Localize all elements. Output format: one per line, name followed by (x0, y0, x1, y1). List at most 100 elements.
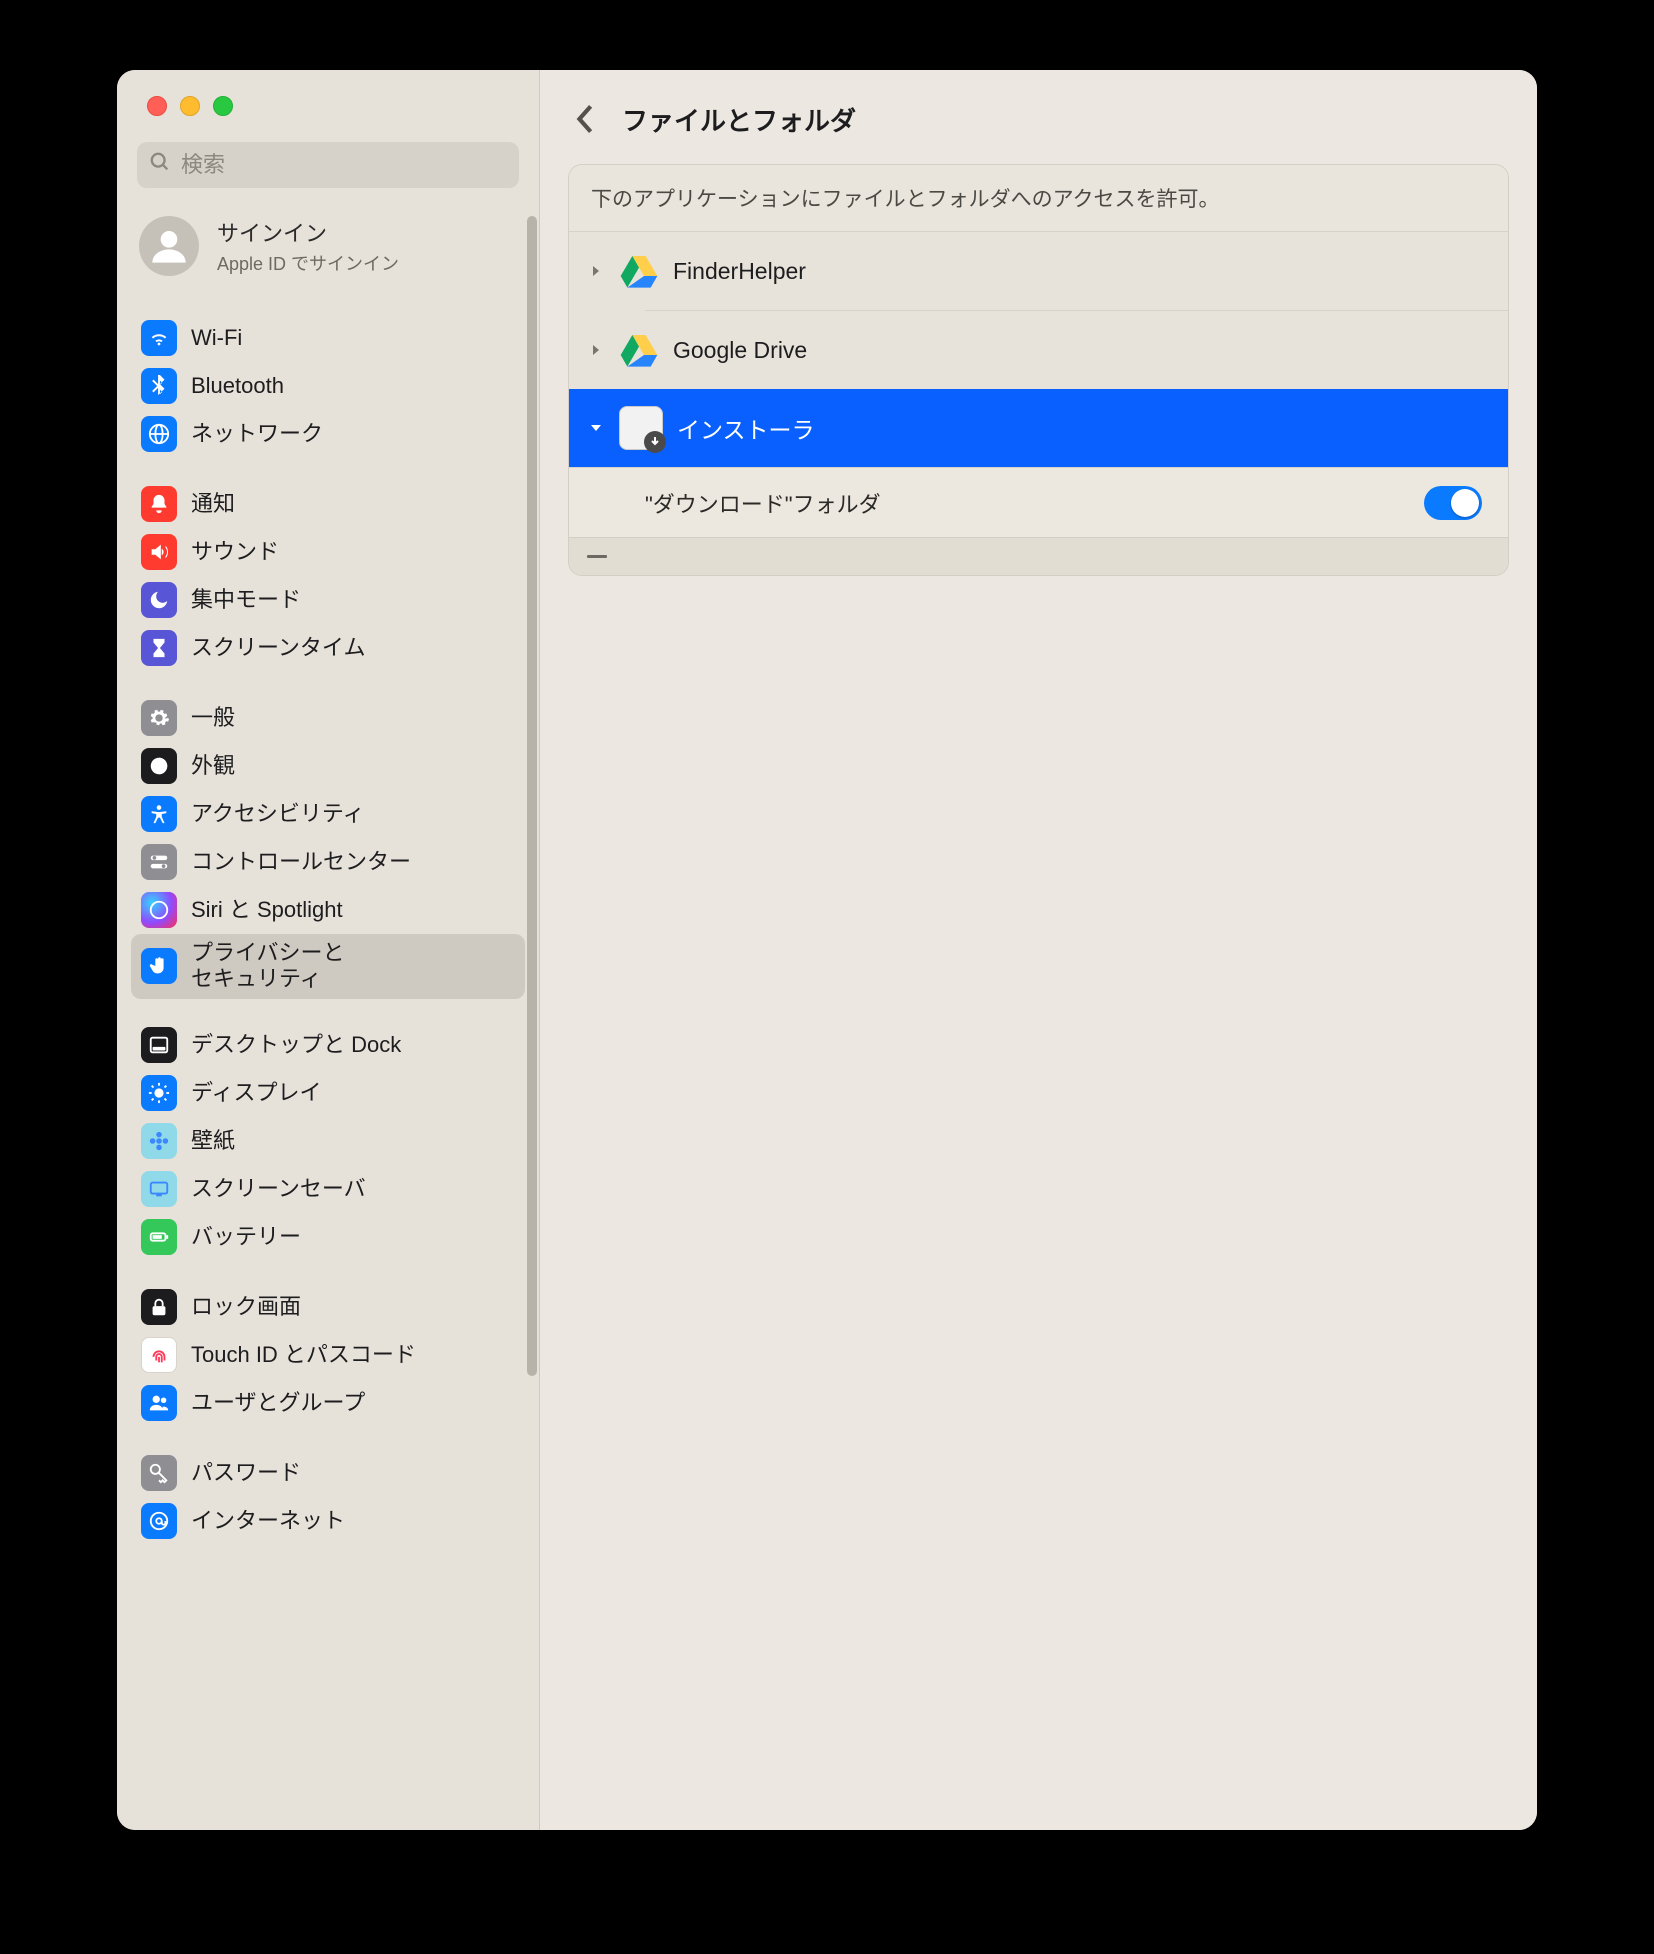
sidebar-item-label: スクリーンタイム (191, 635, 365, 661)
search-icon (149, 151, 171, 179)
sidebar-item-screensaver[interactable]: スクリーンセーバ (131, 1165, 525, 1213)
sidebar-item-label: Wi-Fi (191, 325, 242, 351)
sidebar-item-label: 外観 (191, 753, 235, 779)
sidebar-item-hourglass[interactable]: スクリーンタイム (131, 624, 525, 672)
sidebar-item-label: アクセシビリティ (191, 801, 365, 827)
permission-row: "ダウンロード"フォルダ (569, 467, 1508, 537)
sidebar-item-label: スクリーンセーバ (191, 1176, 366, 1202)
sidebar-item-gear[interactable]: 一般 (131, 694, 525, 742)
search-input[interactable] (181, 152, 507, 178)
app-name: インストーラ (677, 411, 815, 445)
bell-icon (141, 486, 177, 522)
accessibility-icon (141, 796, 177, 832)
minimize-window-button[interactable] (180, 96, 200, 116)
sidebar-item-label: Siri と Spotlight (191, 897, 343, 923)
gear-icon (141, 700, 177, 736)
app-name: Google Drive (673, 337, 807, 364)
sidebar-item-label: サウンド (191, 539, 279, 565)
content-pane: ファイルとフォルダ 下のアプリケーションにファイルとフォルダへのアクセスを許可。… (540, 70, 1537, 1830)
moon-icon (141, 582, 177, 618)
sidebar-item-display[interactable]: ディスプレイ (131, 1069, 525, 1117)
siri-icon (141, 892, 177, 928)
sidebar-item-label: パスワード (191, 1460, 301, 1486)
sidebar-item-label: Touch ID とパスコード (191, 1342, 416, 1368)
sidebar-item-label: Bluetooth (191, 373, 284, 399)
chevron-right-icon[interactable] (587, 264, 605, 278)
close-window-button[interactable] (147, 96, 167, 116)
sidebar-item-label: 一般 (191, 705, 235, 731)
remove-button[interactable] (587, 555, 607, 558)
sidebar-item-label: バッテリー (191, 1224, 301, 1250)
sidebar-item-hand[interactable]: プライバシーと セキュリティ (131, 934, 525, 999)
sidebar-item-at[interactable]: インターネット (131, 1497, 525, 1545)
sidebar-item-label: コントロールセンター (191, 849, 411, 875)
hand-icon (141, 948, 177, 984)
sidebar-item-dock[interactable]: デスクトップと Dock (131, 1021, 525, 1069)
screensaver-icon (141, 1171, 177, 1207)
app-row[interactable]: Google Drive (569, 311, 1508, 389)
sidebar-item-label: ディスプレイ (191, 1080, 321, 1106)
sidebar-item-siri[interactable]: Siri と Spotlight (131, 886, 525, 934)
sidebar-item-wifi[interactable]: Wi-Fi (131, 314, 525, 362)
permission-label: "ダウンロード"フォルダ (645, 487, 881, 519)
at-icon (141, 1503, 177, 1539)
panel-footer (569, 537, 1508, 575)
sidebar-item-appearance[interactable]: 外観 (131, 742, 525, 790)
permission-toggle[interactable] (1424, 486, 1482, 520)
zoom-window-button[interactable] (213, 96, 233, 116)
sidebar-item-wallpaper[interactable]: 壁紙 (131, 1117, 525, 1165)
users-icon (141, 1385, 177, 1421)
sidebar-item-moon[interactable]: 集中モード (131, 576, 525, 624)
app-row[interactable]: インストーラ (569, 389, 1508, 467)
sidebar-item-label: ユーザとグループ (191, 1390, 365, 1416)
installer-icon (619, 406, 663, 450)
sidebar-item-network[interactable]: ネットワーク (131, 410, 525, 458)
page-title: ファイルとフォルダ (622, 101, 856, 138)
search-field[interactable] (137, 142, 519, 188)
sidebar: サインイン Apple ID でサインイン Wi-Fi Bluetooth ネットワ… (117, 70, 540, 1830)
sidebar-item-label: 集中モード (191, 587, 301, 613)
sidebar-scroll: サインイン Apple ID でサインイン Wi-Fi Bluetooth ネットワ… (117, 206, 539, 1830)
lock-icon (141, 1289, 177, 1325)
panel-caption: 下のアプリケーションにファイルとフォルダへのアクセスを許可。 (569, 165, 1508, 232)
display-icon (141, 1075, 177, 1111)
dock-icon (141, 1027, 177, 1063)
sidebar-item-label: 壁紙 (191, 1128, 235, 1154)
sidebar-item-lock[interactable]: ロック画面 (131, 1283, 525, 1331)
appearance-icon (141, 748, 177, 784)
sidebar-item-label: ロック画面 (191, 1294, 301, 1320)
sidebar-item-key[interactable]: パスワード (131, 1449, 525, 1497)
sidebar-item-label: デスクトップと Dock (191, 1032, 401, 1058)
content-header: ファイルとフォルダ (568, 92, 1509, 146)
sidebar-item-accessibility[interactable]: アクセシビリティ (131, 790, 525, 838)
sidebar-item-touchid[interactable]: Touch ID とパスコード (131, 1331, 525, 1379)
touchid-icon (141, 1337, 177, 1373)
back-button[interactable] (568, 102, 602, 136)
sidebar-item-switches[interactable]: コントロールセンター (131, 838, 525, 886)
wifi-icon (141, 320, 177, 356)
sidebar-item-battery[interactable]: バッテリー (131, 1213, 525, 1261)
hourglass-icon (141, 630, 177, 666)
apps-panel: 下のアプリケーションにファイルとフォルダへのアクセスを許可。 FinderHel… (568, 164, 1509, 576)
sidebar-item-bell[interactable]: 通知 (131, 480, 525, 528)
sidebar-item-users[interactable]: ユーザとグループ (131, 1379, 525, 1427)
app-name: FinderHelper (673, 258, 806, 285)
sign-in-title: サインイン (217, 216, 399, 248)
settings-window: サインイン Apple ID でサインイン Wi-Fi Bluetooth ネットワ… (117, 70, 1537, 1830)
sidebar-item-label: ネットワーク (191, 421, 323, 447)
gdrive-icon (619, 330, 659, 370)
chevron-down-icon[interactable] (587, 421, 605, 435)
bluetooth-icon (141, 368, 177, 404)
network-icon (141, 416, 177, 452)
app-row[interactable]: FinderHelper (569, 232, 1508, 310)
sidebar-item-speaker[interactable]: サウンド (131, 528, 525, 576)
sidebar-item-label: インターネット (191, 1508, 345, 1534)
sign-in-row[interactable]: サインイン Apple ID でサインイン (131, 206, 525, 292)
gdrive-icon (619, 251, 659, 291)
avatar-icon (139, 216, 199, 276)
battery-icon (141, 1219, 177, 1255)
sidebar-item-bluetooth[interactable]: Bluetooth (131, 362, 525, 410)
chevron-right-icon[interactable] (587, 343, 605, 357)
sidebar-item-label: プライバシーと セキュリティ (191, 940, 345, 993)
sidebar-scrollbar[interactable] (527, 216, 537, 1376)
